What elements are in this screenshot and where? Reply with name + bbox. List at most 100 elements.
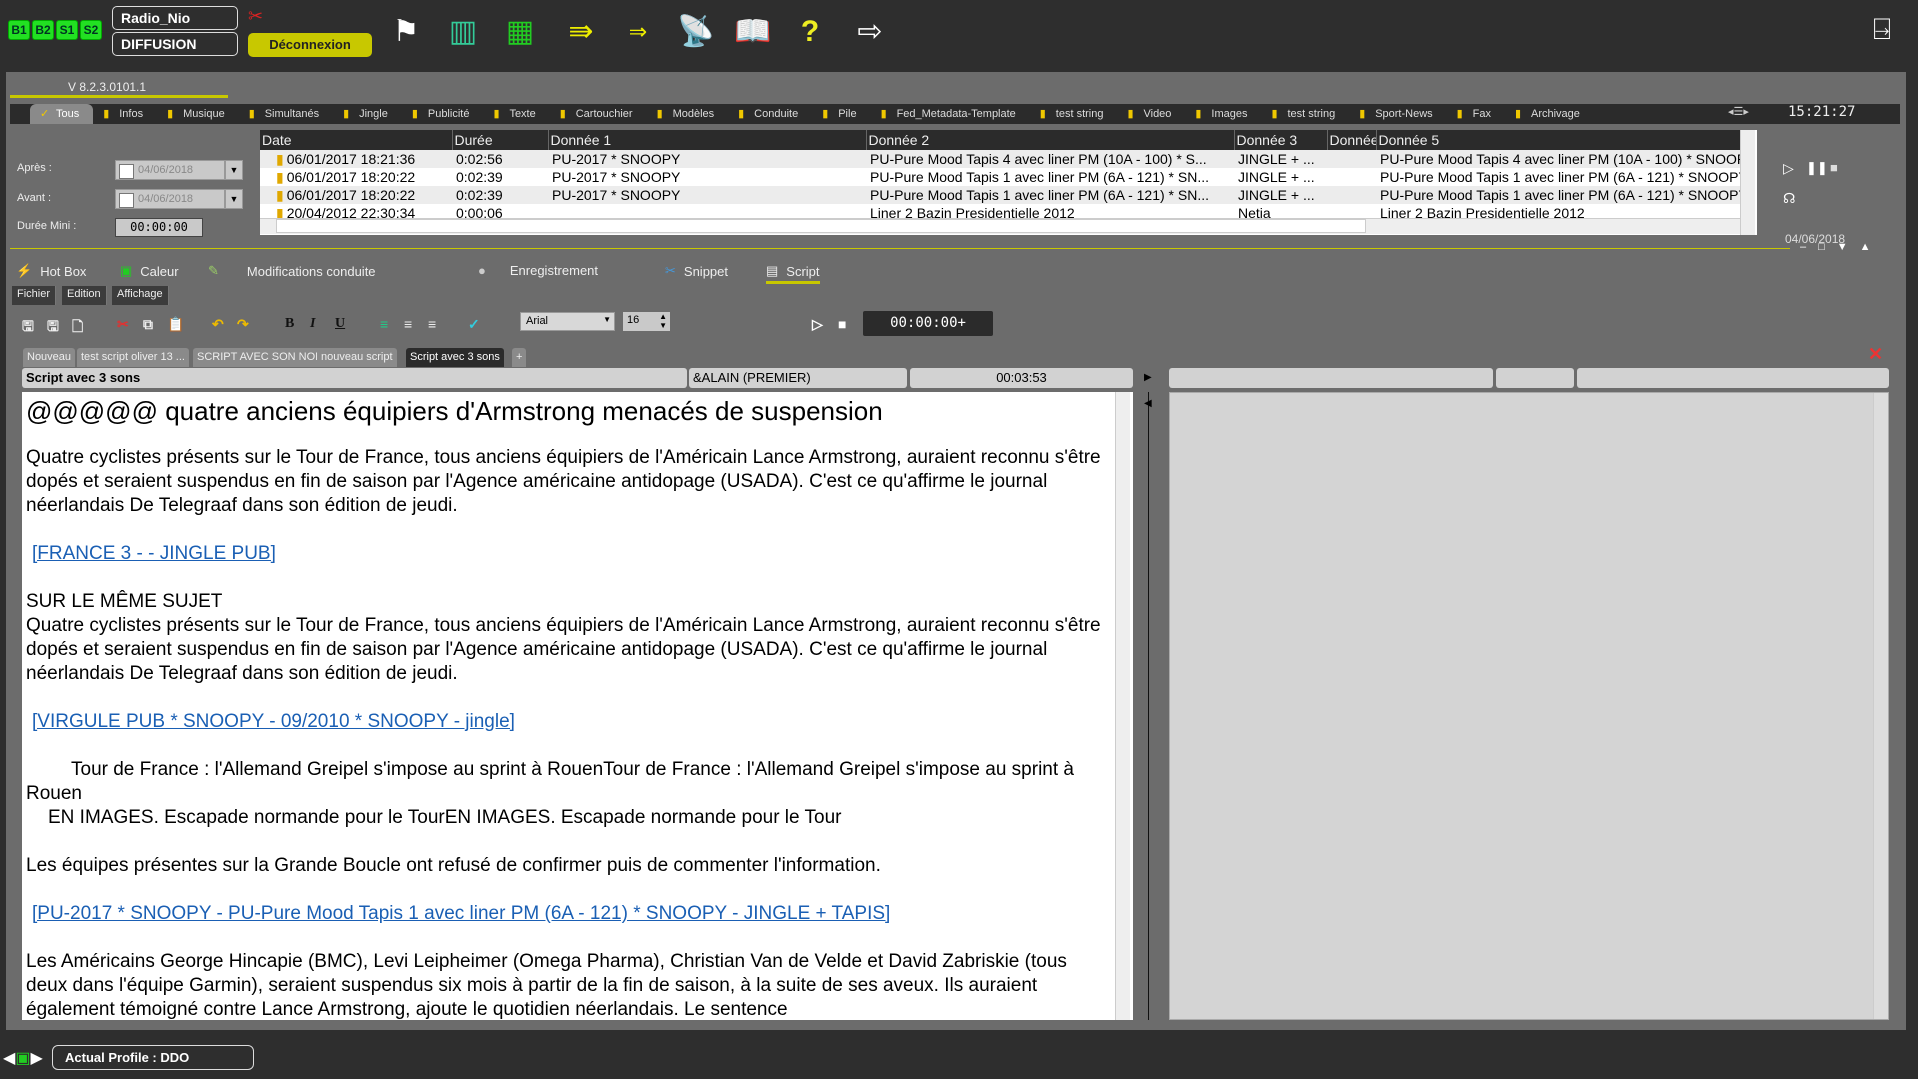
table-row[interactable]: ▮ 06/01/2017 18:21:36 0:02:56 PU-2017 * SNO…	[260, 150, 1740, 168]
category-tab[interactable]: ▮ Infos	[93, 108, 157, 120]
help-icon[interactable]: ?	[790, 12, 830, 52]
after-date-input[interactable]: 04/06/2018	[115, 160, 225, 180]
vertical-scrollbar[interactable]	[1115, 392, 1130, 1020]
table-row[interactable]: ▮ 06/01/2017 18:20:22 0:02:39 PU-2017 * SNO…	[260, 168, 1740, 186]
font-select[interactable]: Arial ▼	[520, 312, 615, 331]
tab-hot-box[interactable]: ⚡ Hot Box	[16, 263, 86, 279]
close-icon[interactable]: ✕	[1868, 344, 1883, 365]
vertical-scrollbar[interactable]	[1740, 130, 1755, 235]
expand-right-icon[interactable]: ▶	[1144, 372, 1152, 383]
tab-caleur[interactable]: ▣ Caleur	[120, 263, 179, 279]
category-tab[interactable]: ▮ Jingle	[333, 108, 402, 120]
copy-icon[interactable]: ⧉	[143, 316, 153, 333]
category-tab[interactable]: ▮ Cartouchier	[550, 108, 647, 120]
category-tab[interactable]: ▮ Musique	[157, 108, 239, 120]
tab-modifications[interactable]: ✎ Modifications conduite	[208, 263, 376, 279]
monitor-grid-icon[interactable]: ▦	[500, 12, 540, 52]
sound-link[interactable]: [VIRGULE PUB * SNOOPY - 09/2010 * SNOOPY…	[32, 711, 515, 732]
stop-icon[interactable]: ■	[838, 316, 846, 332]
category-tab[interactable]: ▮ Video	[1117, 108, 1185, 120]
category-tab[interactable]: ▮ Fed_Metadata-Template	[871, 108, 1030, 120]
column-header[interactable]: Donnée 5	[1376, 130, 1741, 150]
bold-icon[interactable]: B	[285, 316, 294, 332]
bus-button-s2[interactable]: S2	[80, 20, 102, 40]
document-tab[interactable]: +	[512, 348, 527, 367]
category-tab[interactable]: ✓ Tous	[30, 104, 94, 124]
column-header[interactable]: Donnée 2	[866, 130, 1235, 150]
script-editor[interactable]: @@@@@ quatre anciens équipiers d'Armstro…	[22, 392, 1133, 1020]
tabs-scroll-icon[interactable]: ◂☰▸	[1728, 105, 1749, 118]
column-header[interactable]: Donnée 3	[1234, 130, 1328, 150]
menu-view[interactable]: Affichage	[112, 286, 169, 305]
undo-icon[interactable]: ↶	[212, 316, 224, 333]
category-tab[interactable]: ▮ test string	[1262, 108, 1350, 120]
paste-icon[interactable]: 📋	[167, 316, 184, 333]
chevron-down-icon[interactable]: ▼	[225, 160, 243, 180]
category-tab[interactable]: ▮ Conduite	[728, 108, 812, 120]
logout-arrow-icon[interactable]: ⇨	[850, 12, 890, 52]
expand-left-icon[interactable]: ◀	[1144, 398, 1152, 409]
play-icon[interactable]: ▷	[1783, 160, 1794, 177]
splitter[interactable]	[1148, 392, 1149, 1020]
headphones-icon[interactable]: ☊	[1783, 190, 1795, 207]
sound-link[interactable]: [FRANCE 3 - - JINGLE PUB]	[32, 543, 276, 564]
disconnect-button[interactable]: Déconnexion	[248, 33, 372, 57]
cut-icon[interactable]: ✂	[117, 316, 129, 333]
category-tab[interactable]: ▮ Texte	[483, 108, 549, 120]
sound-link[interactable]: [PU-2017 * SNOOPY - PU-Pure Mood Tapis 1…	[32, 903, 890, 924]
window-controls[interactable]: –□▼▲	[1800, 241, 1883, 253]
mixer-export-icon[interactable]: ⇒	[618, 12, 658, 52]
equalizer-icon[interactable]: ▥	[443, 12, 483, 52]
category-tab[interactable]: ▮ test string	[1030, 108, 1118, 120]
tab-script[interactable]: ▤ Script	[766, 263, 820, 284]
book-icon[interactable]: 📖	[733, 12, 773, 52]
document-tab[interactable]: Nouveau	[23, 348, 76, 367]
column-header[interactable]: Date	[260, 130, 453, 150]
document-tab[interactable]: test script oliver 13 ...	[77, 348, 189, 367]
save-as-icon[interactable]: 🖫	[47, 316, 59, 340]
exit-door-icon[interactable]: ⍈	[1862, 10, 1902, 50]
category-tab[interactable]: ▮ Publicité	[402, 108, 484, 120]
column-header[interactable]: Donnée	[1327, 130, 1377, 150]
tab-snippet[interactable]: ✂ Snippet	[665, 263, 728, 279]
min-duration-input[interactable]: 00:00:00	[115, 218, 203, 237]
align-center-icon[interactable]: ≡	[404, 316, 412, 332]
redo-icon[interactable]: ↷	[237, 316, 249, 333]
bus-button-b2[interactable]: B2	[32, 20, 54, 40]
horizontal-scrollbar[interactable]	[260, 218, 1740, 234]
tab-recording[interactable]: ● Enregistrement	[478, 263, 598, 278]
size-stepper[interactable]: 16 ▲ ▼	[623, 312, 670, 331]
pause-icon[interactable]: ❚❚	[1806, 160, 1828, 176]
column-header[interactable]: Donnée 1	[548, 130, 867, 150]
chevron-down-icon[interactable]: ▼	[225, 189, 243, 209]
profile-switch-icon[interactable]: ◀▣▶	[3, 1048, 43, 1068]
before-date-input[interactable]: 04/06/2018	[115, 189, 225, 209]
category-tab[interactable]: ▮ Images	[1185, 108, 1261, 120]
bus-button-b1[interactable]: B1	[8, 20, 30, 40]
category-tab[interactable]: ▮ Pile	[812, 108, 870, 120]
underline-icon[interactable]: U	[335, 316, 345, 332]
column-header[interactable]: Durée	[452, 130, 549, 150]
align-left-icon[interactable]: ≡	[380, 316, 388, 332]
align-right-icon[interactable]: ≡	[428, 316, 436, 332]
category-tab[interactable]: ▮ Archivage	[1505, 108, 1594, 120]
document-tab[interactable]: nouveau script	[317, 348, 397, 367]
save-icon[interactable]: 🖫	[22, 316, 34, 340]
stop-icon[interactable]: ■	[1830, 160, 1838, 175]
category-tab[interactable]: ▮ Modèles	[647, 108, 729, 120]
spellcheck-icon[interactable]: ✓	[468, 316, 480, 333]
document-tab[interactable]: Script avec 3 sons	[406, 348, 504, 367]
play-icon[interactable]: ▷	[812, 316, 823, 333]
satellite-icon[interactable]: 📡	[676, 12, 716, 52]
category-tab[interactable]: ▮ Simultanés	[239, 108, 333, 120]
menu-file[interactable]: Fichier	[12, 286, 57, 305]
table-row[interactable]: ▮ 06/01/2017 18:20:22 0:02:39 PU-2017 * SNO…	[260, 186, 1740, 204]
vertical-scrollbar[interactable]	[1873, 393, 1888, 1019]
category-tab[interactable]: ▮ Sport-News	[1349, 108, 1446, 120]
new-doc-icon[interactable]: 🗋	[72, 316, 83, 340]
bus-button-s1[interactable]: S1	[56, 20, 78, 40]
category-tab[interactable]: ▮ Fax	[1447, 108, 1505, 120]
export-grid-icon[interactable]: ⇛	[561, 12, 601, 52]
checkered-flag-icon[interactable]: ⚑	[386, 12, 426, 52]
menu-edit[interactable]: Edition	[62, 286, 107, 305]
